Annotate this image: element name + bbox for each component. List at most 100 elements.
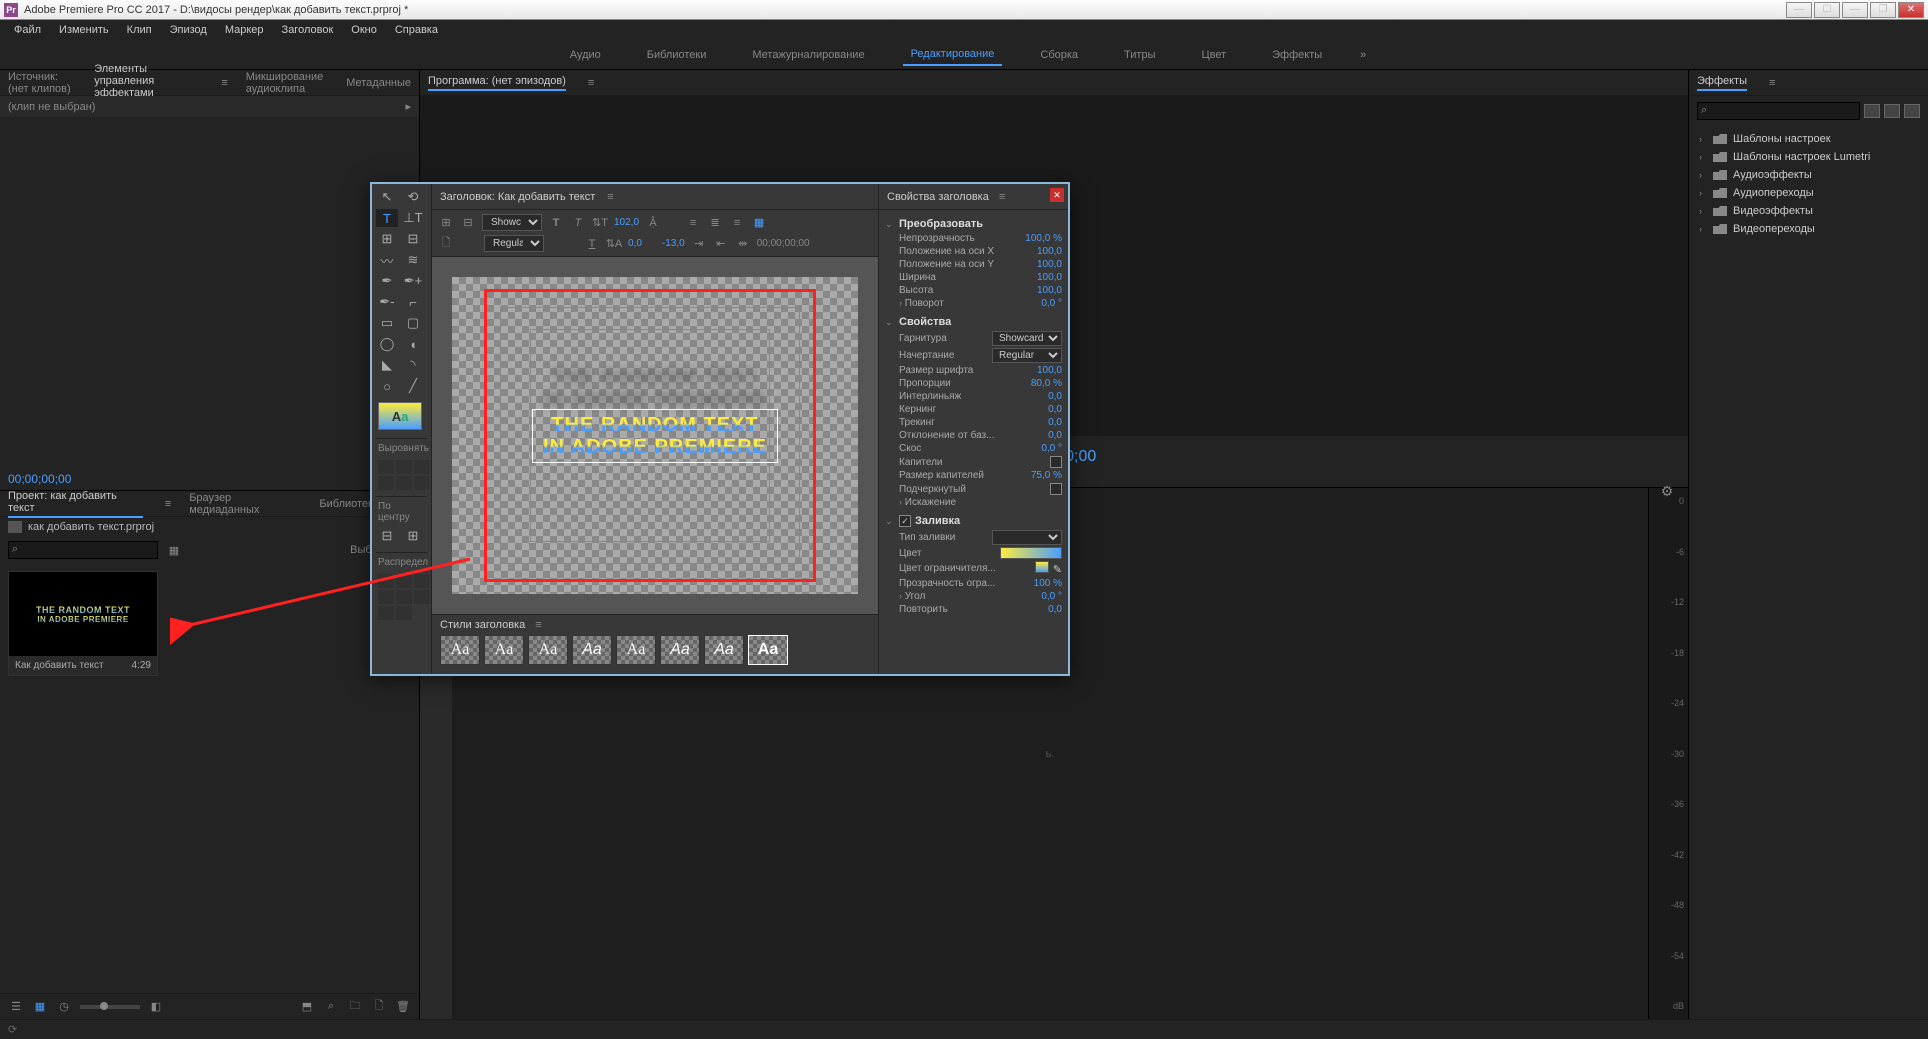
minimize-button[interactable]: — (1786, 2, 1812, 18)
title-line-2[interactable]: IN ADOBE PREMIERE (543, 436, 767, 458)
tab-media-browser[interactable]: Браузер медиаданных (189, 492, 301, 516)
fill-type-select[interactable] (992, 530, 1062, 545)
rotate-tool-icon[interactable]: ⟲ (402, 188, 424, 206)
width-value[interactable]: 100,0 (1037, 272, 1062, 283)
project-search-input[interactable] (8, 541, 158, 559)
font-style-select[interactable]: Regular (992, 348, 1062, 363)
bold-icon[interactable]: T (548, 215, 564, 231)
dist-icon[interactable] (378, 590, 394, 604)
dist-icon[interactable] (378, 606, 394, 620)
line-tool-icon[interactable]: ╱ (402, 377, 424, 395)
fx-folder-presets[interactable]: ›Шаблоны настроек (1689, 130, 1928, 148)
program-panel-menu-icon[interactable]: ≡ (588, 77, 594, 89)
group-fill-head[interactable]: ⌄Заливка (885, 513, 1062, 529)
fx-badge-icon[interactable] (1884, 104, 1900, 118)
menu-clip[interactable]: Клип (119, 22, 160, 38)
menu-window[interactable]: Окно (343, 22, 385, 38)
rotation-value[interactable]: 0,0 ° (1041, 298, 1062, 309)
title-text-block[interactable]: THE RANDOM TEXTIN ADOBE PREMIERE THE RAN… (532, 409, 778, 463)
tab-effects[interactable]: Эффекты (1697, 75, 1747, 91)
tracking-value[interactable]: 0,0 (1048, 417, 1062, 428)
menu-marker[interactable]: Маркер (217, 22, 272, 38)
list-view-icon[interactable]: ☰ (8, 999, 24, 1015)
dist-icon[interactable] (378, 574, 394, 588)
zoom-slider[interactable] (80, 1005, 140, 1009)
font-family-select[interactable]: Showcard ... (992, 331, 1062, 346)
titler-roll-icon[interactable]: ⊟ (460, 215, 476, 231)
dist-icon[interactable] (414, 574, 430, 588)
project-clip-thumb[interactable]: THE RANDOM TEXT IN ADOBE PREMIERE Как до… (8, 571, 158, 676)
project-panel-menu-icon[interactable]: ≡ (165, 498, 171, 510)
align-right-icon[interactable]: ≡ (729, 215, 745, 231)
dist-icon[interactable] (396, 590, 412, 604)
dist-icon[interactable] (396, 606, 412, 620)
ws-libraries[interactable]: Библиотеки (639, 45, 715, 65)
new-bin-icon[interactable]: 🗀 (347, 999, 363, 1015)
baseline-value[interactable]: 0,0 (1048, 430, 1062, 441)
title-line-1[interactable]: THE RANDOM TEXT (543, 414, 767, 436)
effects-search-input[interactable] (1697, 102, 1860, 120)
ellipse-tool-icon[interactable]: ○ (376, 377, 398, 395)
chevron-right-icon[interactable]: › (899, 497, 902, 507)
tab-icon[interactable]: ⇹ (735, 236, 751, 252)
titler-canvas[interactable]: THE RANDOM TEXTIN ADOBE PREMIERE THE RAN… (432, 257, 878, 614)
fx-badge-icon[interactable] (1904, 104, 1920, 118)
group-properties-head[interactable]: ⌄Свойства (885, 314, 1062, 330)
find-icon[interactable]: ⌕ (323, 999, 339, 1015)
automate-icon[interactable]: ⬒ (299, 999, 315, 1015)
group-transform-head[interactable]: ⌄Преобразовать (885, 216, 1062, 232)
align-left-icon[interactable]: ≡ (685, 215, 701, 231)
ws-metalogging[interactable]: Метажурналирование (744, 45, 872, 65)
fill-enable-checkbox[interactable] (899, 515, 911, 527)
kerning-value[interactable]: 0,0 (628, 238, 642, 249)
smallcaps-size-value[interactable]: 75,0 % (1031, 470, 1062, 481)
show-video-icon[interactable]: ▦ (751, 215, 767, 231)
aspect-value[interactable]: 80,0 % (1031, 378, 1062, 389)
pen-tool-icon[interactable]: ✒ (376, 272, 398, 290)
fx-folder-videoeffects[interactable]: ›Видеоэффекты (1689, 202, 1928, 220)
rounded-rect-tool-icon[interactable]: ▢ (402, 314, 424, 332)
arc-tool-icon[interactable]: ◝ (402, 356, 424, 374)
new-item-icon[interactable]: 🗋 (371, 999, 387, 1015)
align-center-icon[interactable]: ≣ (707, 215, 723, 231)
title-style-swatch[interactable]: Aa (704, 635, 744, 665)
sort-icon[interactable]: ◧ (148, 999, 164, 1015)
freeform-view-icon[interactable]: ◷ (56, 999, 72, 1015)
ws-editing[interactable]: Редактирование (903, 44, 1003, 66)
align-top-icon[interactable] (378, 476, 394, 490)
titler-current-style[interactable]: Aa (378, 402, 422, 430)
clip-expand-icon[interactable]: ▸ (405, 100, 411, 113)
delete-icon[interactable]: 🗑 (395, 999, 411, 1015)
props-menu-icon[interactable]: ≡ (999, 191, 1005, 203)
fx-badge-icon[interactable] (1864, 104, 1880, 118)
clipped-rect-tool-icon[interactable]: ◯ (376, 335, 398, 353)
title-style-swatch[interactable]: Aa (528, 635, 568, 665)
titler-canvas-inner[interactable]: THE RANDOM TEXTIN ADOBE PREMIERE THE RAN… (452, 277, 858, 594)
fill-color-swatch[interactable] (1000, 547, 1062, 559)
leading-value[interactable]: 0,0 (1048, 391, 1062, 402)
titler-new-icon[interactable]: 🗋 (438, 236, 454, 252)
fx-folder-audiotrans[interactable]: ›Аудиопереходы (1689, 184, 1928, 202)
align-center-icon[interactable] (396, 460, 412, 474)
menu-edit[interactable]: Изменить (51, 22, 117, 38)
close-button[interactable]: ✕ (1898, 2, 1924, 18)
smallcaps-checkbox[interactable] (1050, 456, 1062, 468)
dist-icon[interactable] (414, 590, 430, 604)
italic-icon[interactable]: T (570, 215, 586, 231)
stop-color-swatch[interactable] (1035, 561, 1049, 573)
underline-checkbox[interactable] (1050, 483, 1062, 495)
dist-icon[interactable] (396, 574, 412, 588)
settings-icon[interactable]: ⚙ (1658, 482, 1676, 500)
tab-project[interactable]: Проект: как добавить текст (8, 490, 143, 518)
fx-folder-lumetri[interactable]: ›Шаблоны настроек Lumetri (1689, 148, 1928, 166)
wedge-tool-icon[interactable]: ◣ (376, 356, 398, 374)
center-horiz-icon[interactable]: ⊟ (376, 527, 398, 545)
eyedropper-icon[interactable]: ✎ (1053, 564, 1062, 576)
area-type-tool-icon[interactable]: ⊞ (376, 230, 398, 248)
align-left-icon[interactable] (378, 460, 394, 474)
icon-view-icon[interactable]: ▦ (32, 999, 48, 1015)
posy-value[interactable]: 100,0 (1037, 259, 1062, 270)
vertical-area-type-icon[interactable]: ⊟ (402, 230, 424, 248)
angle-value[interactable]: 0,0 ° (1041, 591, 1062, 602)
maximize-button[interactable]: ☐ (1814, 2, 1840, 18)
